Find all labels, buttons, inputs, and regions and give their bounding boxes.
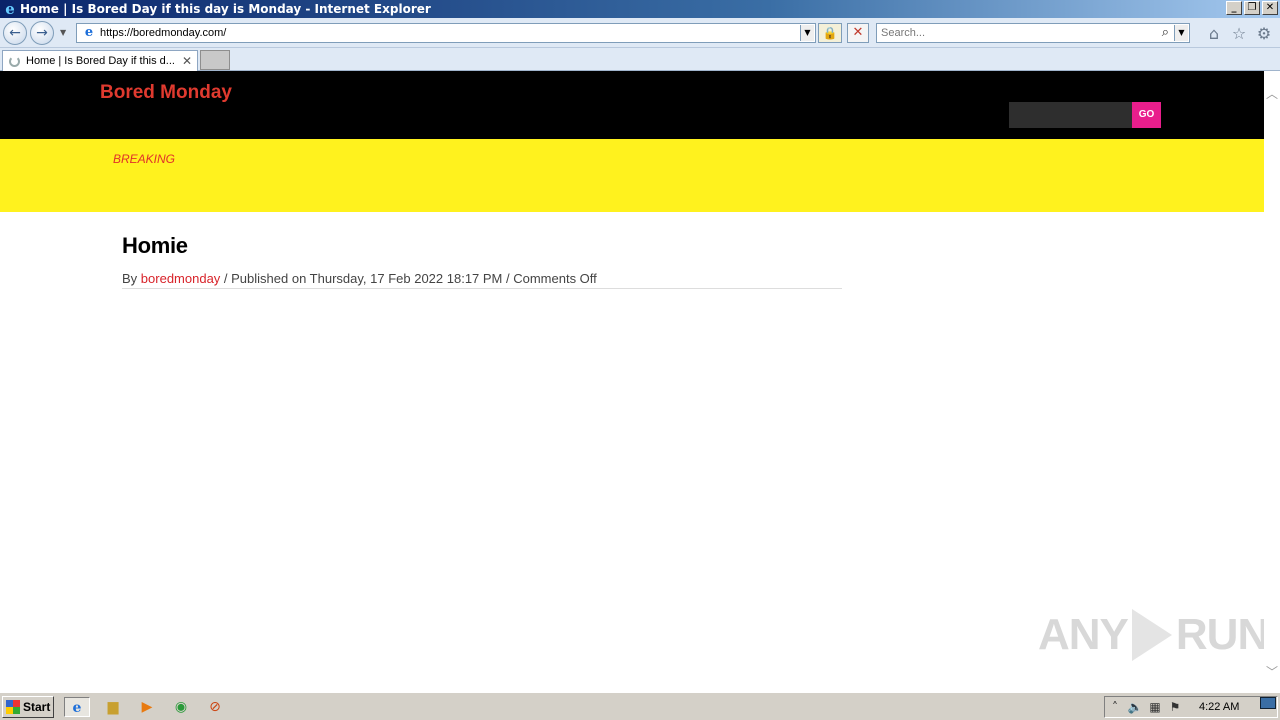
stop-button[interactable]: ✕	[847, 23, 869, 43]
browser-search-input[interactable]	[881, 25, 1151, 41]
security-lock-button[interactable]: 🔒	[818, 23, 842, 43]
site-search-input[interactable]	[1009, 102, 1132, 128]
search-icon[interactable]: ⌕	[1162, 25, 1169, 40]
history-dropdown-button[interactable]: ▼	[60, 28, 66, 37]
anyrun-watermark: ANY RUN	[1038, 609, 1264, 661]
site-title-link[interactable]: Bored Monday	[100, 82, 232, 104]
system-tray: ˄ 🔈 ▦ ⚑ 4:22 AM	[1104, 696, 1278, 718]
site-header: Bored Monday GO	[0, 71, 1264, 139]
tab-home[interactable]: Home | Is Bored Day if this d... ✕	[2, 50, 198, 71]
taskbar-media-player-icon[interactable]: ▶	[134, 697, 160, 717]
breaking-label: BREAKING	[113, 152, 176, 166]
star-icon: ☆	[1231, 24, 1247, 43]
taskbar-internet-explorer-icon[interactable]: e	[64, 697, 90, 717]
address-bar[interactable]: e https://boredmonday.com/ ▼	[76, 23, 816, 43]
minimize-button[interactable]: _	[1226, 1, 1242, 15]
taskbar-opera-icon[interactable]: ⊘	[202, 697, 228, 717]
browser-search-box[interactable]: ⌕ ▼	[876, 23, 1190, 43]
navigation-bar: ← → ▼ e https://boredmonday.com/ ▼ 🔒 ✕ ⌕…	[0, 18, 1280, 48]
home-button[interactable]: ⌂	[1205, 25, 1223, 43]
x-icon: ✕	[852, 25, 864, 40]
restore-button[interactable]: ❐	[1244, 1, 1260, 15]
watermark-right: RUN	[1175, 610, 1264, 659]
page-viewport: Bored Monday GO BREAKING Homie By boredm…	[0, 71, 1264, 692]
window-titlebar: e Home | Is Bored Day if this day is Mon…	[0, 0, 1280, 18]
taskbar-clock[interactable]: 4:22 AM	[1199, 701, 1239, 713]
volume-icon[interactable]: 🔈	[1125, 700, 1145, 714]
favorites-button[interactable]: ☆	[1230, 25, 1248, 43]
post-meta: By boredmonday / Published on Thursday, …	[122, 271, 842, 289]
arrow-left-icon: ←	[9, 25, 21, 41]
post-meta-by: By	[122, 271, 141, 286]
window-controls: _ ❐ ✕	[1226, 1, 1278, 15]
arrow-right-icon: →	[36, 25, 48, 41]
close-window-button[interactable]: ✕	[1262, 1, 1278, 15]
address-dropdown-button[interactable]: ▼	[800, 25, 814, 41]
tools-button[interactable]: ⚙	[1255, 25, 1273, 43]
taskbar-file-explorer-icon[interactable]: ▆	[100, 697, 126, 717]
watermark-left: ANY	[1038, 610, 1129, 659]
address-url[interactable]: https://boredmonday.com/	[100, 27, 226, 39]
close-icon: ✕	[181, 54, 193, 68]
chevron-down-icon: ▼	[1178, 28, 1185, 37]
breaking-news-bar: BREAKING	[0, 139, 1264, 212]
back-button[interactable]: ←	[3, 21, 27, 45]
home-icon: ⌂	[1208, 24, 1220, 43]
start-button[interactable]: Start	[2, 696, 54, 718]
tray-expand-icon[interactable]: ˄	[1105, 700, 1125, 714]
loading-spinner-icon	[9, 55, 20, 67]
window-title: Home | Is Bored Day if this day is Monda…	[20, 2, 431, 16]
chevron-down-icon: ▼	[60, 28, 67, 37]
post-author-link[interactable]: boredmonday	[141, 271, 221, 286]
gear-icon: ⚙	[1256, 24, 1272, 43]
forward-button[interactable]: →	[30, 21, 54, 45]
taskbar: Start e ▆ ▶ ◉ ⊘ ˄ 🔈 ▦ ⚑ 4:22 AM	[0, 692, 1280, 720]
action-center-flag-icon[interactable]: ⚑	[1165, 700, 1185, 714]
network-icon[interactable]: ▦	[1145, 700, 1165, 714]
lock-icon: 🔒	[822, 26, 838, 40]
vertical-scrollbar[interactable]: ︿ ﹀	[1264, 71, 1280, 692]
scroll-up-icon[interactable]: ︿	[1266, 85, 1278, 102]
show-desktop-icon[interactable]	[1260, 697, 1276, 709]
tab-label: Home | Is Bored Day if this d...	[26, 55, 175, 67]
taskbar-chrome-icon[interactable]: ◉	[168, 697, 194, 717]
ie-page-icon: e	[84, 25, 94, 40]
chevron-down-icon: ▼	[804, 28, 811, 37]
new-tab-button[interactable]	[200, 50, 230, 70]
windows-logo-icon	[6, 700, 20, 714]
site-search-go-button[interactable]: GO	[1132, 102, 1161, 128]
post-meta-details: / Published on Thursday, 17 Feb 2022 18:…	[220, 271, 597, 286]
scroll-down-icon[interactable]: ﹀	[1266, 663, 1278, 680]
start-label: Start	[23, 700, 51, 714]
post-title: Homie	[122, 233, 188, 258]
tab-bar: Home | Is Bored Day if this d... ✕	[0, 48, 1280, 71]
tab-close-button[interactable]: ✕	[180, 54, 194, 68]
play-icon	[1131, 609, 1172, 661]
search-dropdown-button[interactable]: ▼	[1174, 25, 1188, 41]
internet-explorer-icon: e	[5, 0, 15, 18]
